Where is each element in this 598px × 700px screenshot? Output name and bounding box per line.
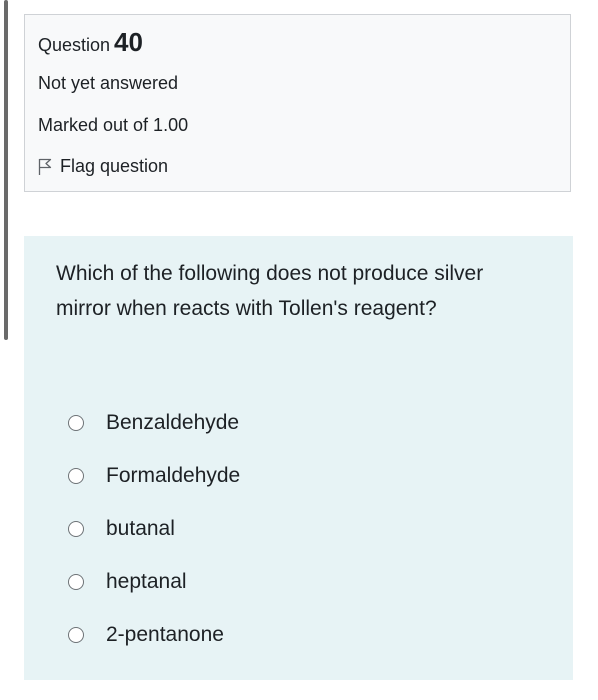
question-grade: Marked out of 1.00 <box>38 115 189 135</box>
answer-label: Formaldehyde <box>106 463 241 487</box>
radio-button[interactable] <box>68 467 84 484</box>
answer-label: butanal <box>106 516 175 540</box>
answer-option[interactable]: heptanal <box>68 555 528 608</box>
radio-button[interactable] <box>68 626 84 643</box>
radio-button[interactable] <box>68 573 84 590</box>
question-info-panel: Question 40 Not yet answered Marked out o… <box>24 14 571 192</box>
flag-outline-icon <box>38 158 52 175</box>
question-number: 40 <box>114 27 143 57</box>
answer-option[interactable]: butanal <box>68 502 528 555</box>
answer-option[interactable]: Benzaldehyde <box>68 396 528 449</box>
radio-button[interactable] <box>68 520 84 537</box>
question-text: Which of the following does not produce … <box>56 262 484 320</box>
flag-question-label: Flag question <box>60 156 169 176</box>
answer-options: Benzaldehyde Formaldehyde butanal heptan… <box>68 396 528 661</box>
radio-button[interactable] <box>68 414 84 431</box>
answer-label: Benzaldehyde <box>106 410 240 434</box>
answer-label: heptanal <box>106 569 187 593</box>
question-number-heading: Question 40 <box>38 27 143 58</box>
question-state: Not yet answered <box>38 73 179 93</box>
answer-label: 2-pentanone <box>106 622 224 646</box>
answer-option[interactable]: Formaldehyde <box>68 449 528 502</box>
question-word: Question <box>38 35 111 55</box>
answer-option[interactable]: 2-pentanone <box>68 608 528 661</box>
flag-question-link[interactable]: Flag question <box>38 156 168 177</box>
question-content-panel: Which of the following does not produce … <box>24 236 573 680</box>
scrollbar[interactable] <box>4 0 8 340</box>
